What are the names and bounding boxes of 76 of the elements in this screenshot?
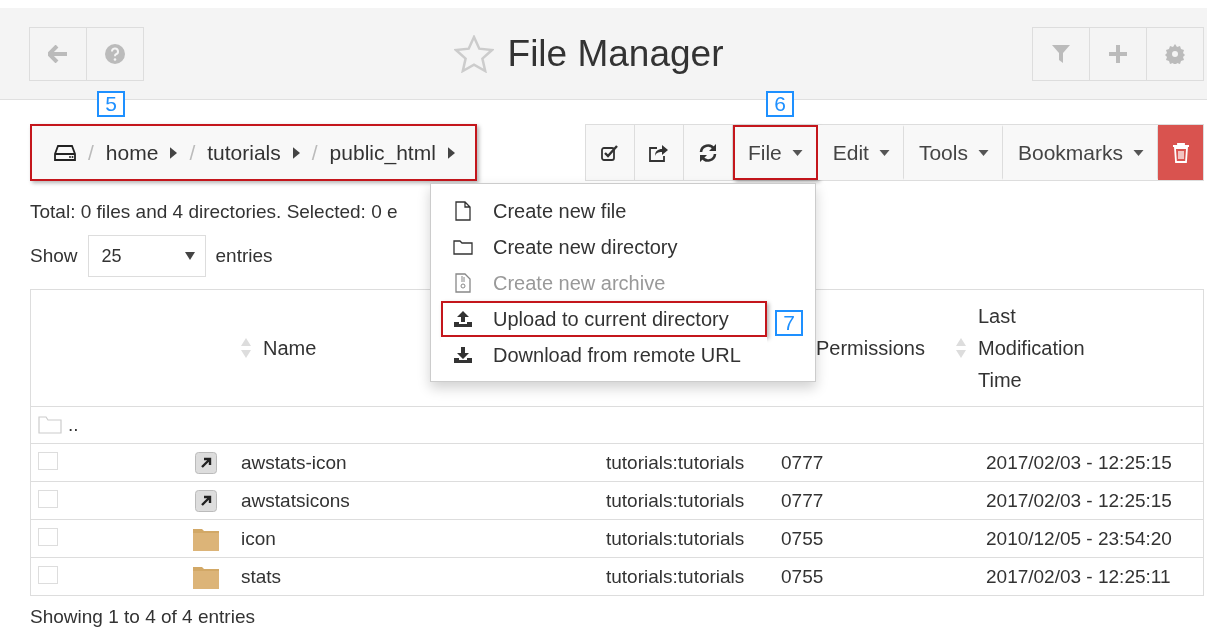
settings-button[interactable]: [1146, 26, 1204, 81]
modified-cell-text: 2010/12/05 - 23:54:20: [986, 527, 1173, 550]
sort-icon[interactable]: [241, 338, 251, 358]
summary-text: Total: 0 files and 4 directories. Selected: 0 e: [30, 201, 398, 224]
breadcrumb-link[interactable]: public_html: [329, 140, 436, 165]
back-arrow-icon: [48, 44, 68, 63]
owner-cell-text: tutorials:tutorials: [606, 451, 746, 474]
caret-icon: [447, 146, 455, 159]
file-name[interactable]: awstats-icon: [241, 451, 606, 474]
trash-icon: [1172, 142, 1189, 163]
breadcrumb-link[interactable]: tutorials: [207, 140, 281, 165]
row-checkbox[interactable]: [38, 451, 58, 470]
menu-item[interactable]: Upload to current directory: [441, 301, 767, 337]
folder-icon: [453, 239, 473, 255]
filter-button[interactable]: [1032, 26, 1090, 81]
file-name[interactable]: stats: [241, 565, 606, 588]
caret-icon: [878, 149, 890, 156]
permissions-cell-text: 0777: [781, 489, 825, 512]
upload-icon: [453, 310, 473, 328]
page-size-select[interactable]: 25: [87, 235, 206, 277]
owner-cell-text: tutorials:tutorials: [606, 565, 746, 588]
permissions-cell-text: 0755: [781, 565, 825, 588]
column-header[interactable]: Permissions: [816, 336, 925, 360]
separator: /: [189, 140, 196, 165]
row-checkbox[interactable]: [38, 565, 58, 584]
owner-cell-text: tutorials:tutorials: [606, 489, 746, 512]
caret-icon: [184, 252, 195, 260]
column-header[interactable]: Name: [263, 336, 317, 360]
page-title: File Manager: [507, 32, 724, 75]
separator: /: [311, 140, 318, 165]
row-checkbox[interactable]: [38, 527, 58, 546]
menu-button[interactable]: File: [732, 125, 818, 180]
archive-icon: [453, 273, 473, 293]
sort-icon[interactable]: [956, 338, 966, 358]
add-button[interactable]: [1089, 26, 1147, 81]
callout-number: 6: [766, 91, 794, 117]
modified-cell-text: 2017/02/03 - 12:25:15: [986, 451, 1173, 474]
star-icon[interactable]: [453, 34, 494, 73]
callout-number: 7: [775, 310, 803, 336]
show-label: Show: [30, 245, 78, 267]
file-name[interactable]: icon: [241, 527, 606, 550]
folder-icon: [38, 416, 62, 434]
caret-icon: [791, 149, 803, 156]
refresh-icon: [697, 142, 718, 163]
filter-icon: [1052, 44, 1070, 63]
entries-label: entries: [215, 245, 273, 267]
modified-cell-text: 2017/02/03 - 12:25:15: [986, 489, 1173, 512]
shortcut-icon: [195, 451, 217, 474]
permissions-cell-text: 0755: [781, 527, 825, 550]
owner-cell-text: tutorials:tutorials: [606, 527, 746, 550]
file-icon: [453, 201, 473, 221]
callout-number: 5: [97, 91, 125, 117]
caret-icon: [170, 146, 178, 159]
parent-directory-link[interactable]: ..: [68, 414, 79, 436]
plus-icon: [1109, 44, 1127, 63]
separator: /: [88, 140, 94, 165]
caret-icon: [977, 149, 989, 156]
drive-icon[interactable]: [54, 144, 76, 161]
caret-icon: [292, 146, 300, 159]
checkbox-icon: [600, 144, 619, 161]
breadcrumb-link[interactable]: home: [105, 140, 159, 165]
shortcut-icon: [195, 489, 217, 512]
modified-cell-text: 2017/02/03 - 12:25:11: [986, 565, 1172, 588]
row-checkbox[interactable]: [38, 489, 58, 508]
caret-icon: [1133, 149, 1144, 156]
table-info: Showing 1 to 4 of 4 entries: [29, 605, 256, 628]
help-icon: [105, 43, 125, 64]
back-button[interactable]: [29, 26, 87, 81]
file-name[interactable]: awstatsicons: [241, 489, 606, 512]
column-header[interactable]: Last Modification Time: [978, 300, 1128, 396]
permissions-cell-text: 0777: [781, 451, 825, 474]
settings-icon: [1165, 43, 1185, 64]
download-icon: [453, 346, 473, 364]
help-button[interactable]: [86, 26, 144, 81]
share-icon: [648, 143, 669, 162]
delete-button[interactable]: [1158, 125, 1203, 180]
